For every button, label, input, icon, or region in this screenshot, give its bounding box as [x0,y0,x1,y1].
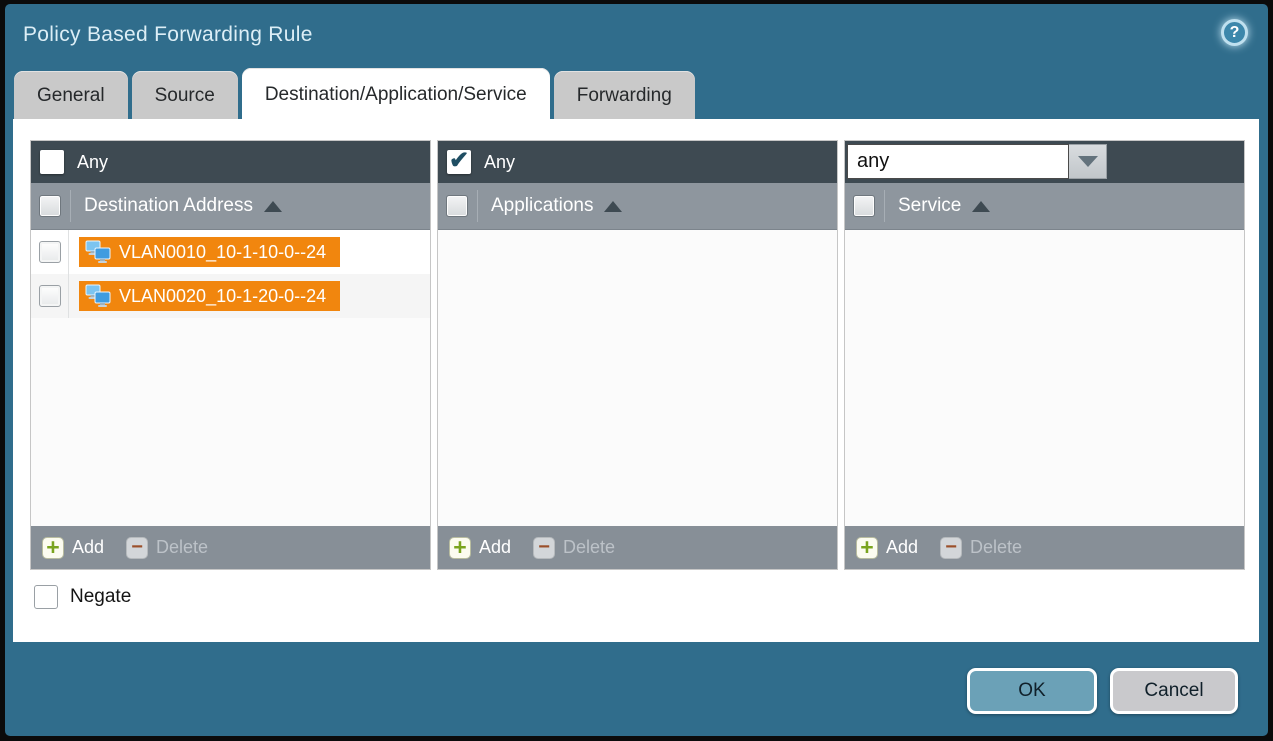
row-checkbox[interactable] [39,285,61,307]
destination-any-label: Any [77,152,108,173]
tab-destination-application-service[interactable]: Destination/Application/Service [242,68,550,119]
sort-ascending-icon[interactable] [604,201,622,212]
destination-list: VLAN0010_10-1-10-0--24 [31,230,430,526]
cancel-button[interactable]: Cancel [1110,668,1238,714]
destination-select-all-checkbox[interactable] [40,196,60,216]
column-divider [70,190,71,222]
applications-any-checkbox[interactable] [447,150,471,174]
address-object-label: VLAN0020_10-1-20-0--24 [119,286,326,307]
help-icon[interactable]: ? [1221,19,1248,46]
tab-forwarding[interactable]: Forwarding [554,71,695,119]
pbf-rule-dialog: Policy Based Forwarding Rule ? General S… [5,4,1268,736]
service-panel: any Service + Add [844,140,1245,570]
address-object-chip[interactable]: VLAN0010_10-1-10-0--24 [79,237,340,267]
titlebar: Policy Based Forwarding Rule ? [5,4,1268,70]
table-row: VLAN0010_10-1-10-0--24 [31,230,430,274]
delete-button-label: Delete [563,537,615,558]
panel-container: Any Destination Address [30,140,1246,570]
add-button-label: Add [886,537,918,558]
negate-label: Negate [70,586,131,608]
add-icon: + [42,537,64,559]
applications-column-label: Applications [491,195,593,217]
service-select-all-checkbox[interactable] [854,196,874,216]
sort-ascending-icon[interactable] [972,201,990,212]
service-column-label: Service [898,195,961,217]
column-divider [884,190,885,222]
service-list [845,230,1244,526]
applications-list [438,230,837,526]
service-dropdown-value[interactable]: any [847,144,1069,179]
address-object-label: VLAN0010_10-1-10-0--24 [119,242,326,263]
service-dropdown-bar: any [845,141,1244,183]
tab-content: Any Destination Address [13,119,1259,642]
dialog-title: Policy Based Forwarding Rule [23,23,313,47]
service-toolbar: + Add − Delete [845,526,1244,569]
network-address-icon [85,240,111,264]
applications-delete-button[interactable]: − Delete [533,537,615,559]
destination-any-checkbox[interactable] [40,150,64,174]
delete-button-label: Delete [156,537,208,558]
service-add-button[interactable]: + Add [856,537,918,559]
delete-icon: − [126,537,148,559]
address-object-chip[interactable]: VLAN0020_10-1-20-0--24 [79,281,340,311]
row-checkbox-cell [31,274,69,318]
applications-any-label: Any [484,152,515,173]
applications-add-button[interactable]: + Add [449,537,511,559]
destination-toolbar: + Add − Delete [31,526,430,569]
service-column-header: Service [845,183,1244,230]
applications-panel: Any Applications + Add − Delete [437,140,838,570]
tab-general[interactable]: General [14,71,128,119]
tab-bar: General Source Destination/Application/S… [5,70,1268,119]
delete-icon: − [940,537,962,559]
applications-column-header: Applications [438,183,837,230]
destination-column-header: Destination Address [31,183,430,230]
add-icon: + [856,537,878,559]
applications-any-bar: Any [438,141,837,183]
destination-delete-button[interactable]: − Delete [126,537,208,559]
negate-row: Negate [30,585,1246,609]
table-row: VLAN0020_10-1-20-0--24 [31,274,430,318]
service-dropdown[interactable]: any [847,144,1107,179]
dropdown-arrow-button[interactable] [1069,144,1107,179]
row-checkbox-cell [31,230,69,274]
destination-address-panel: Any Destination Address [30,140,431,570]
destination-add-button[interactable]: + Add [42,537,104,559]
add-button-label: Add [72,537,104,558]
network-address-icon [85,284,111,308]
delete-icon: − [533,537,555,559]
add-icon: + [449,537,471,559]
destination-any-bar: Any [31,141,430,183]
applications-select-all-checkbox[interactable] [447,196,467,216]
row-checkbox[interactable] [39,241,61,263]
ok-button[interactable]: OK [967,668,1097,714]
service-delete-button[interactable]: − Delete [940,537,1022,559]
column-divider [477,190,478,222]
destination-column-label: Destination Address [84,195,253,217]
sort-ascending-icon[interactable] [264,201,282,212]
add-button-label: Add [479,537,511,558]
delete-button-label: Delete [970,537,1022,558]
applications-toolbar: + Add − Delete [438,526,837,569]
negate-checkbox[interactable] [34,585,58,609]
chevron-down-icon [1078,156,1098,167]
dialog-footer: OK Cancel [5,642,1268,736]
tab-source[interactable]: Source [132,71,238,119]
